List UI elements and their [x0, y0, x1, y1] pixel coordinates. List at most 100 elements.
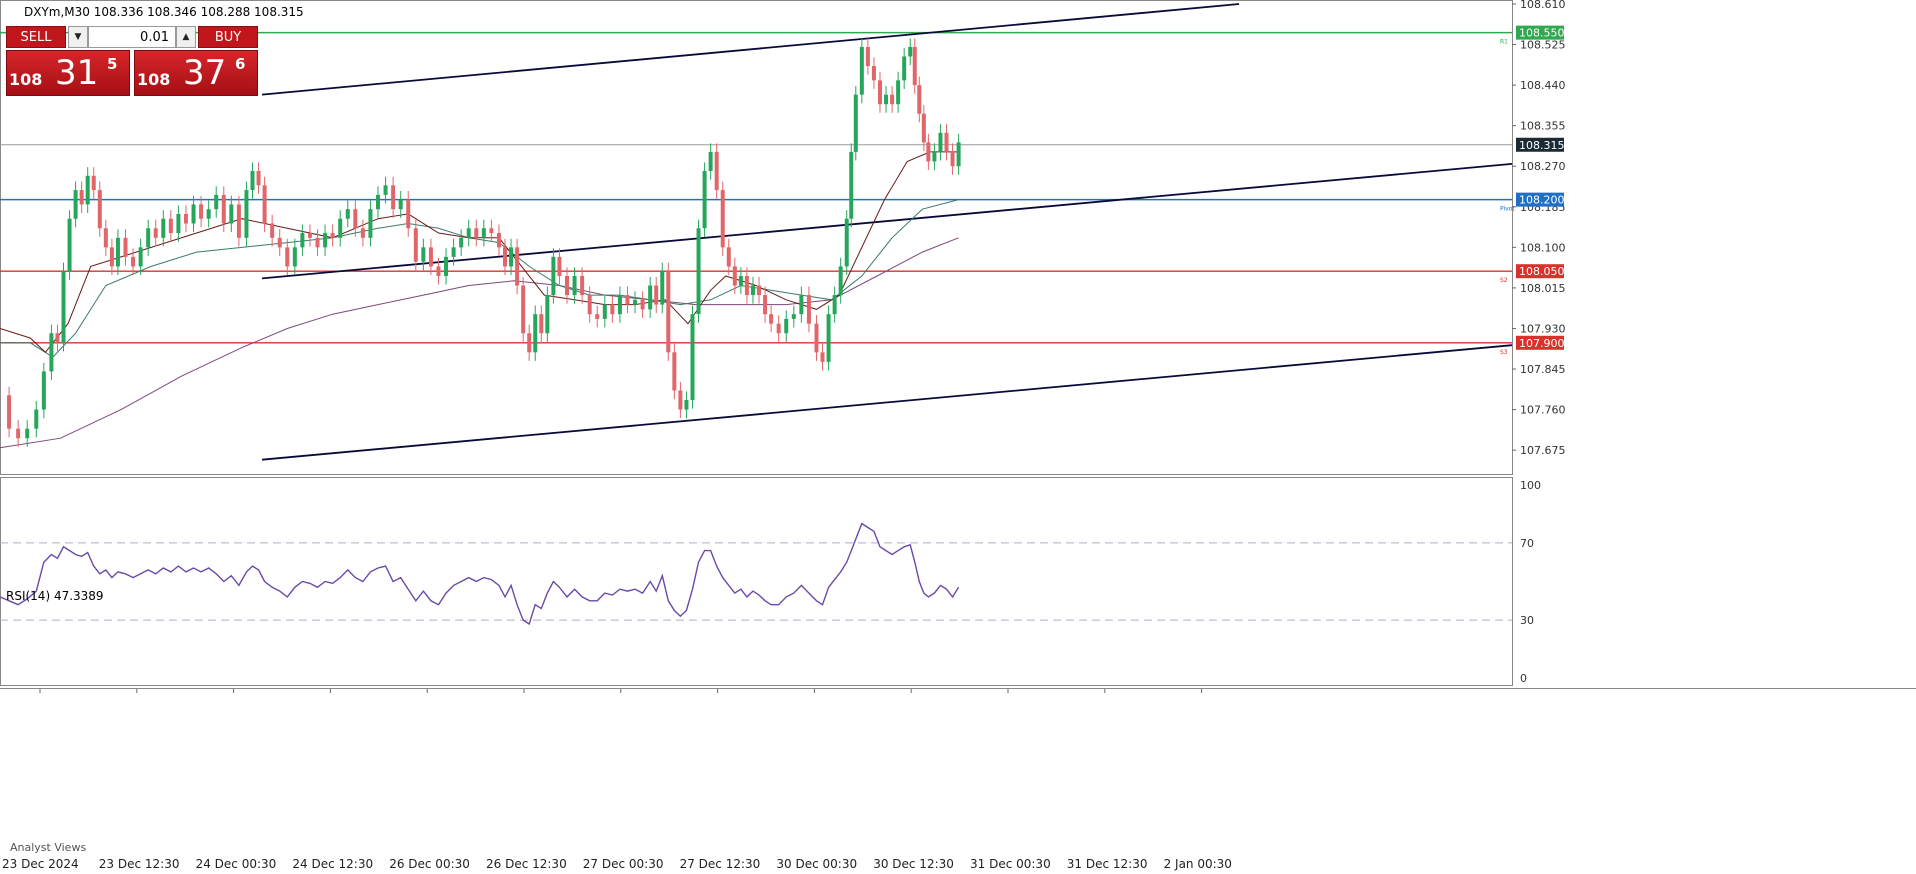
candle-body — [79, 190, 84, 205]
candle-body — [67, 218, 72, 272]
candle-body — [806, 295, 811, 324]
candle-body — [595, 314, 600, 319]
candle-body — [757, 285, 762, 296]
candle-body — [666, 271, 671, 353]
rsi-tick-label: 100 — [1520, 479, 1541, 492]
time-tick-label: 31 Dec 12:30 — [1067, 857, 1148, 871]
candle-body — [826, 314, 831, 362]
trend-channel-line[interactable] — [261, 162, 1513, 280]
trading-chart[interactable]: 108.610 108.525 108.440 108.355 108.270 108.1… — [0, 0, 1916, 874]
buy-button[interactable]: BUY — [198, 26, 258, 48]
lot-size-input[interactable]: 0.01 — [88, 26, 176, 48]
one-click-trading-panel: SELL ▼ 0.01 ▲ BUY 108 31 5 108 37 6 — [6, 26, 258, 98]
candle-body — [503, 247, 508, 267]
candle-body — [791, 314, 796, 319]
level-tag: R1 — [1500, 39, 1508, 46]
candle-body — [292, 247, 297, 267]
candle-body — [832, 295, 837, 315]
candle-body — [345, 209, 350, 219]
candle-body — [330, 233, 335, 238]
level-price-label: 108.200 — [1519, 194, 1565, 207]
candle-body — [391, 185, 396, 210]
rsi-tick-label: 0 — [1520, 672, 1527, 685]
candle-body — [256, 171, 261, 186]
candle-body — [714, 151, 719, 191]
price-tick-label: 108.440 — [1520, 79, 1566, 92]
candle-body — [109, 247, 114, 267]
time-tick-label: 31 Dec 00:30 — [970, 857, 1051, 871]
candle-body — [138, 247, 143, 267]
candle-body — [763, 295, 768, 315]
time-tick-label: 24 Dec 00:30 — [196, 857, 277, 871]
candle-body — [459, 237, 464, 248]
candle-body — [25, 428, 30, 439]
trend-channel-line[interactable] — [261, 344, 1513, 461]
candle-body — [738, 275, 743, 286]
candle-body — [884, 94, 889, 105]
candle-body — [844, 218, 849, 267]
candle-body — [696, 228, 701, 315]
rsi-title: RSI(14) 47.3389 — [6, 589, 104, 603]
candle-body — [41, 371, 46, 410]
candle-body — [602, 304, 607, 319]
candle-body — [85, 175, 90, 205]
candle-body — [451, 247, 456, 257]
candle-body — [199, 204, 204, 219]
price-tick-label: 108.100 — [1520, 241, 1566, 254]
candle-body — [539, 314, 544, 334]
candle-body — [617, 295, 622, 315]
level-price-label: 108.550 — [1519, 27, 1565, 40]
candle-body — [849, 151, 854, 219]
candle-body — [97, 190, 102, 229]
candle-body — [896, 80, 901, 105]
rsi-panel[interactable]: 100 70 30 0 — [0, 477, 1541, 686]
candle-body — [744, 275, 749, 296]
lot-increase-icon[interactable]: ▲ — [176, 26, 196, 48]
candle-body — [702, 171, 707, 229]
candle-body — [91, 175, 96, 191]
candle-body — [509, 247, 514, 267]
lot-decrease-icon[interactable]: ▼ — [68, 26, 88, 48]
candle-body — [221, 194, 226, 224]
price-tick-label: 108.270 — [1520, 160, 1566, 173]
buy-price-button[interactable]: 108 37 6 — [134, 50, 258, 96]
candle-body — [551, 256, 556, 296]
symbol-header: DXYm,M30 108.336 108.346 108.288 108.315 — [24, 5, 304, 19]
candle-body — [115, 237, 120, 267]
candle-body — [131, 256, 136, 267]
candle-body — [871, 66, 876, 81]
candle-body — [820, 352, 825, 362]
current-price-label: 108.315 — [1519, 139, 1565, 152]
candle-body — [565, 275, 569, 296]
level-tag: S3 — [1500, 349, 1508, 356]
candle-body — [353, 209, 358, 229]
candle-body — [406, 199, 411, 229]
sell-button[interactable]: SELL — [6, 26, 66, 48]
sell-price-main: 31 — [55, 53, 99, 93]
sell-price-big: 108 — [9, 70, 43, 89]
candle-body — [527, 333, 532, 353]
level-price-label: 107.900 — [1519, 337, 1565, 350]
candle-body — [398, 199, 403, 210]
analyst-views-label[interactable]: Analyst Views — [10, 841, 86, 854]
time-tick-label: 27 Dec 00:30 — [583, 857, 664, 871]
candle-body — [640, 299, 645, 310]
candle-body — [368, 209, 373, 238]
candle-body — [557, 256, 562, 276]
candle-body — [146, 228, 151, 248]
candle-body — [720, 190, 725, 248]
candle-body — [61, 271, 66, 343]
candle-body — [859, 46, 864, 95]
trend-channel-line[interactable] — [261, 3, 1240, 96]
price-tick-label: 107.930 — [1520, 322, 1566, 335]
ma-fast-line — [0, 151, 959, 354]
candle-body — [481, 228, 486, 238]
candle-body — [383, 185, 388, 195]
candle-body — [236, 204, 241, 238]
candle-body — [250, 171, 255, 191]
sell-price-button[interactable]: 108 31 5 — [6, 50, 130, 96]
level-tag: S2 — [1500, 277, 1508, 284]
candle-body — [176, 213, 181, 234]
candle-body — [277, 237, 282, 248]
candle-body — [944, 132, 949, 152]
